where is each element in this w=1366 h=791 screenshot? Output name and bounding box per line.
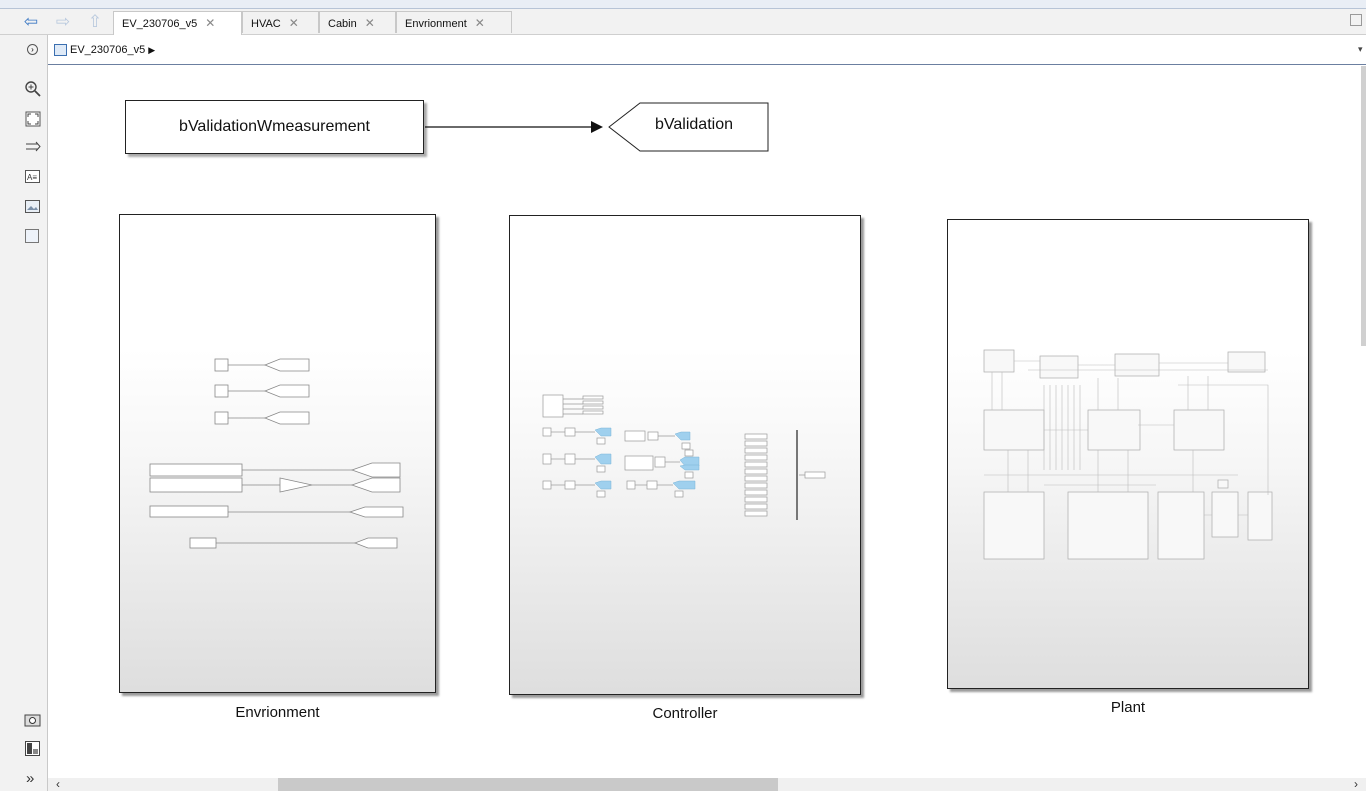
tab-list-icon[interactable] (1350, 14, 1362, 26)
image-icon[interactable] (25, 200, 40, 213)
close-icon[interactable]: ✕ (475, 16, 485, 30)
close-icon[interactable]: ✕ (205, 16, 215, 30)
tab-ev-230706-v5[interactable]: EV_230706_v5 ✕ (113, 11, 242, 35)
from-block-label: bValidationWmeasurement (179, 118, 370, 135)
subsystem-label: Envrionment (235, 704, 320, 721)
svg-text:A≡: A≡ (27, 173, 37, 182)
vertical-scrollbar[interactable] (1361, 66, 1366, 346)
zoom-icon[interactable] (24, 80, 41, 97)
back-arrow-icon[interactable]: ⇦ (20, 12, 42, 32)
up-arrow-icon[interactable]: ⇧ (84, 12, 106, 32)
window-top-border (0, 0, 1366, 9)
goto-block[interactable]: bValidation (655, 116, 733, 134)
subsystem-label: Controller (652, 705, 718, 722)
tab-envrionment[interactable]: Envrionment ✕ (396, 11, 512, 33)
more-icon[interactable]: » (26, 770, 34, 787)
subsystem-label: Plant (1110, 699, 1146, 716)
horizontal-scrollbar-thumb[interactable] (278, 778, 778, 791)
tab-label: EV_230706_v5 (122, 18, 198, 30)
forward-arrow-icon[interactable]: ⇨ (52, 12, 74, 32)
tab-cabin[interactable]: Cabin ✕ (319, 11, 396, 33)
annotation-icon[interactable]: A≡ (25, 170, 40, 183)
envrionment-preview (149, 358, 404, 549)
controller-preview (542, 394, 826, 520)
hide-explorer-icon[interactable]: › (27, 44, 38, 55)
tab-hvac[interactable]: HVAC ✕ (242, 11, 319, 33)
tab-label: Envrionment (405, 18, 467, 30)
breadcrumb-dropdown-icon[interactable]: ▾ (1358, 44, 1363, 55)
plant-preview (983, 349, 1273, 560)
fit-to-view-icon[interactable] (25, 111, 41, 127)
breadcrumb-model[interactable]: EV_230706_v5 ▶ (70, 44, 155, 56)
close-icon[interactable]: ✕ (365, 16, 375, 30)
breadcrumb-arrow-icon[interactable]: ▶ (148, 45, 155, 55)
signal-arrow-icon[interactable] (25, 141, 41, 153)
scroll-left-icon[interactable]: ‹ (56, 777, 60, 791)
scroll-right-icon[interactable]: › (1354, 777, 1358, 791)
model-browser-icon[interactable] (25, 741, 40, 756)
breadcrumb-model-label: EV_230706_v5 (70, 44, 146, 56)
close-icon[interactable]: ✕ (289, 16, 299, 30)
from-block[interactable]: bValidationWmeasurement (125, 100, 424, 154)
screenshot-icon[interactable] (24, 713, 41, 727)
tab-label: HVAC (251, 18, 281, 30)
model-icon (54, 44, 67, 56)
breadcrumb (48, 40, 1366, 65)
tab-label: Cabin (328, 18, 357, 30)
area-icon[interactable] (25, 229, 39, 243)
